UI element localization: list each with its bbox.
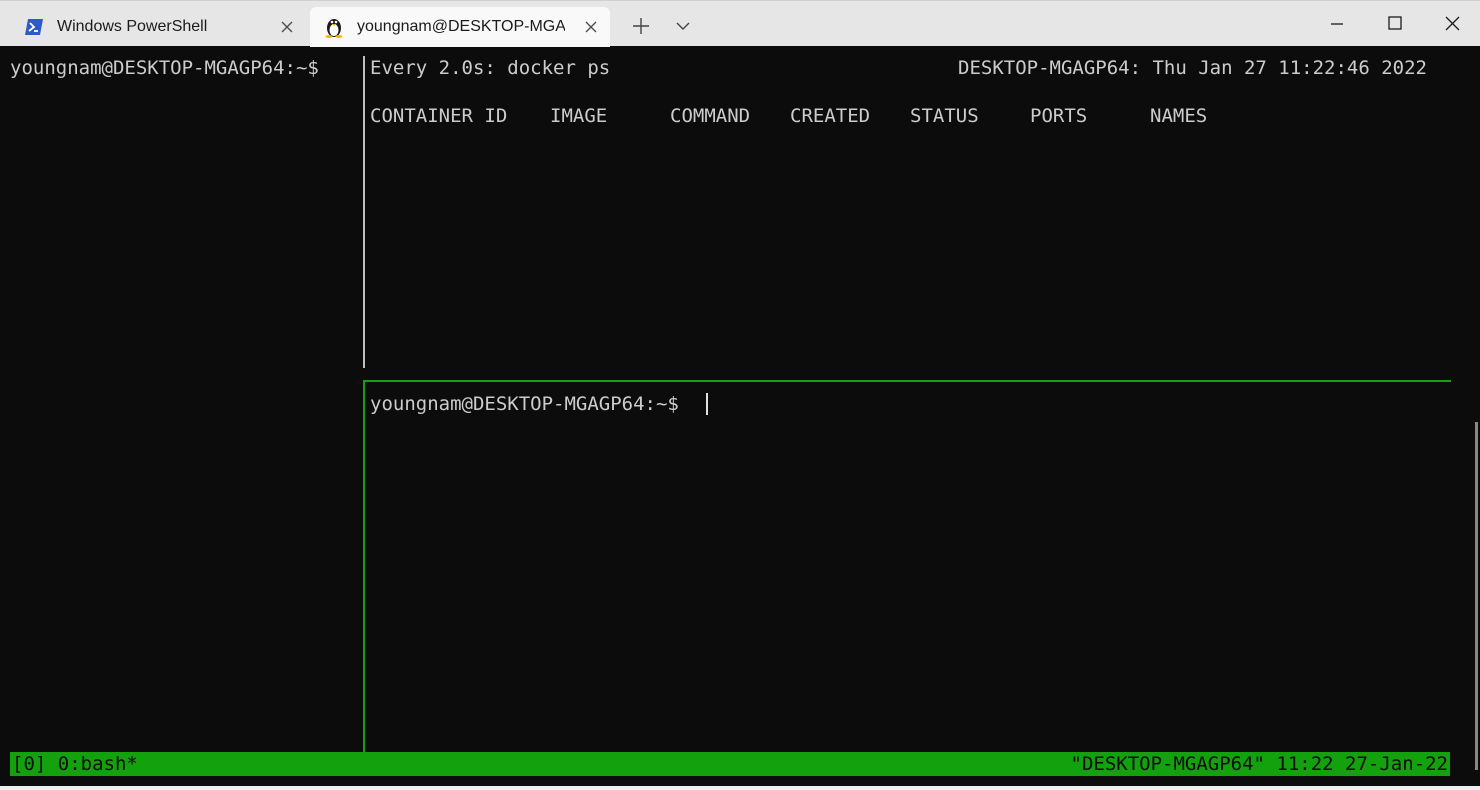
tmux-window-list[interactable]: [0] 0:bash* <box>12 752 138 776</box>
tmux-host-clock: "DESKTOP-MGAGP64" 11:22 27-Jan-22 <box>1070 753 1449 775</box>
active-pane-border-top <box>363 380 1451 382</box>
watch-host-time: DESKTOP-MGAGP64: Thu Jan 27 11:22:46 202… <box>958 57 1427 79</box>
close-icon[interactable] <box>1442 13 1464 35</box>
linux-penguin-icon <box>325 19 343 38</box>
column-names: NAMES <box>1150 105 1208 127</box>
maximize-icon[interactable] <box>1384 13 1406 35</box>
active-pane-border-left <box>363 382 365 752</box>
tab-label: Windows PowerShell <box>57 18 208 35</box>
plus-icon[interactable] <box>630 15 652 37</box>
tmux-status-bar: [0] 0:bash* "DESKTOP-MGAGP64" 11:22 27-J… <box>10 752 1450 776</box>
bottom-pane-prompt[interactable]: youngnam@DESKTOP-MGAGP64:~$ <box>370 392 679 416</box>
column-created: CREATED <box>790 105 871 127</box>
tab-ubuntu-bash[interactable]: youngnam@DESKTOP-MGAGP64: ~ <box>310 7 610 47</box>
close-tab-icon[interactable] <box>584 20 598 34</box>
left-pane-prompt[interactable]: youngnam@DESKTOP-MGAGP64:~$ <box>10 56 319 80</box>
column-command: COMMAND <box>670 105 751 127</box>
close-tab-icon[interactable] <box>280 20 294 34</box>
tab-label: youngnam@DESKTOP-MGAGP64: ~ <box>357 18 565 35</box>
scrollbar[interactable] <box>1475 422 1478 770</box>
column-container-id: CONTAINER ID <box>370 105 508 127</box>
tab-windows-powershell[interactable]: Windows PowerShell <box>10 7 306 47</box>
minimize-icon[interactable] <box>1326 13 1348 35</box>
column-status: STATUS <box>910 105 979 127</box>
window-bottom-edge <box>0 786 1480 790</box>
chevron-down-icon[interactable] <box>674 17 692 35</box>
powershell-icon <box>25 19 43 35</box>
pane-divider <box>363 56 365 368</box>
text-cursor <box>706 393 708 415</box>
watch-command: Every 2.0s: docker ps <box>370 57 611 79</box>
column-image: IMAGE <box>550 105 608 127</box>
title-bar: Windows PowerShell youngnam@DESKTOP-MGAG… <box>0 0 1480 47</box>
column-ports: PORTS <box>1030 105 1088 127</box>
